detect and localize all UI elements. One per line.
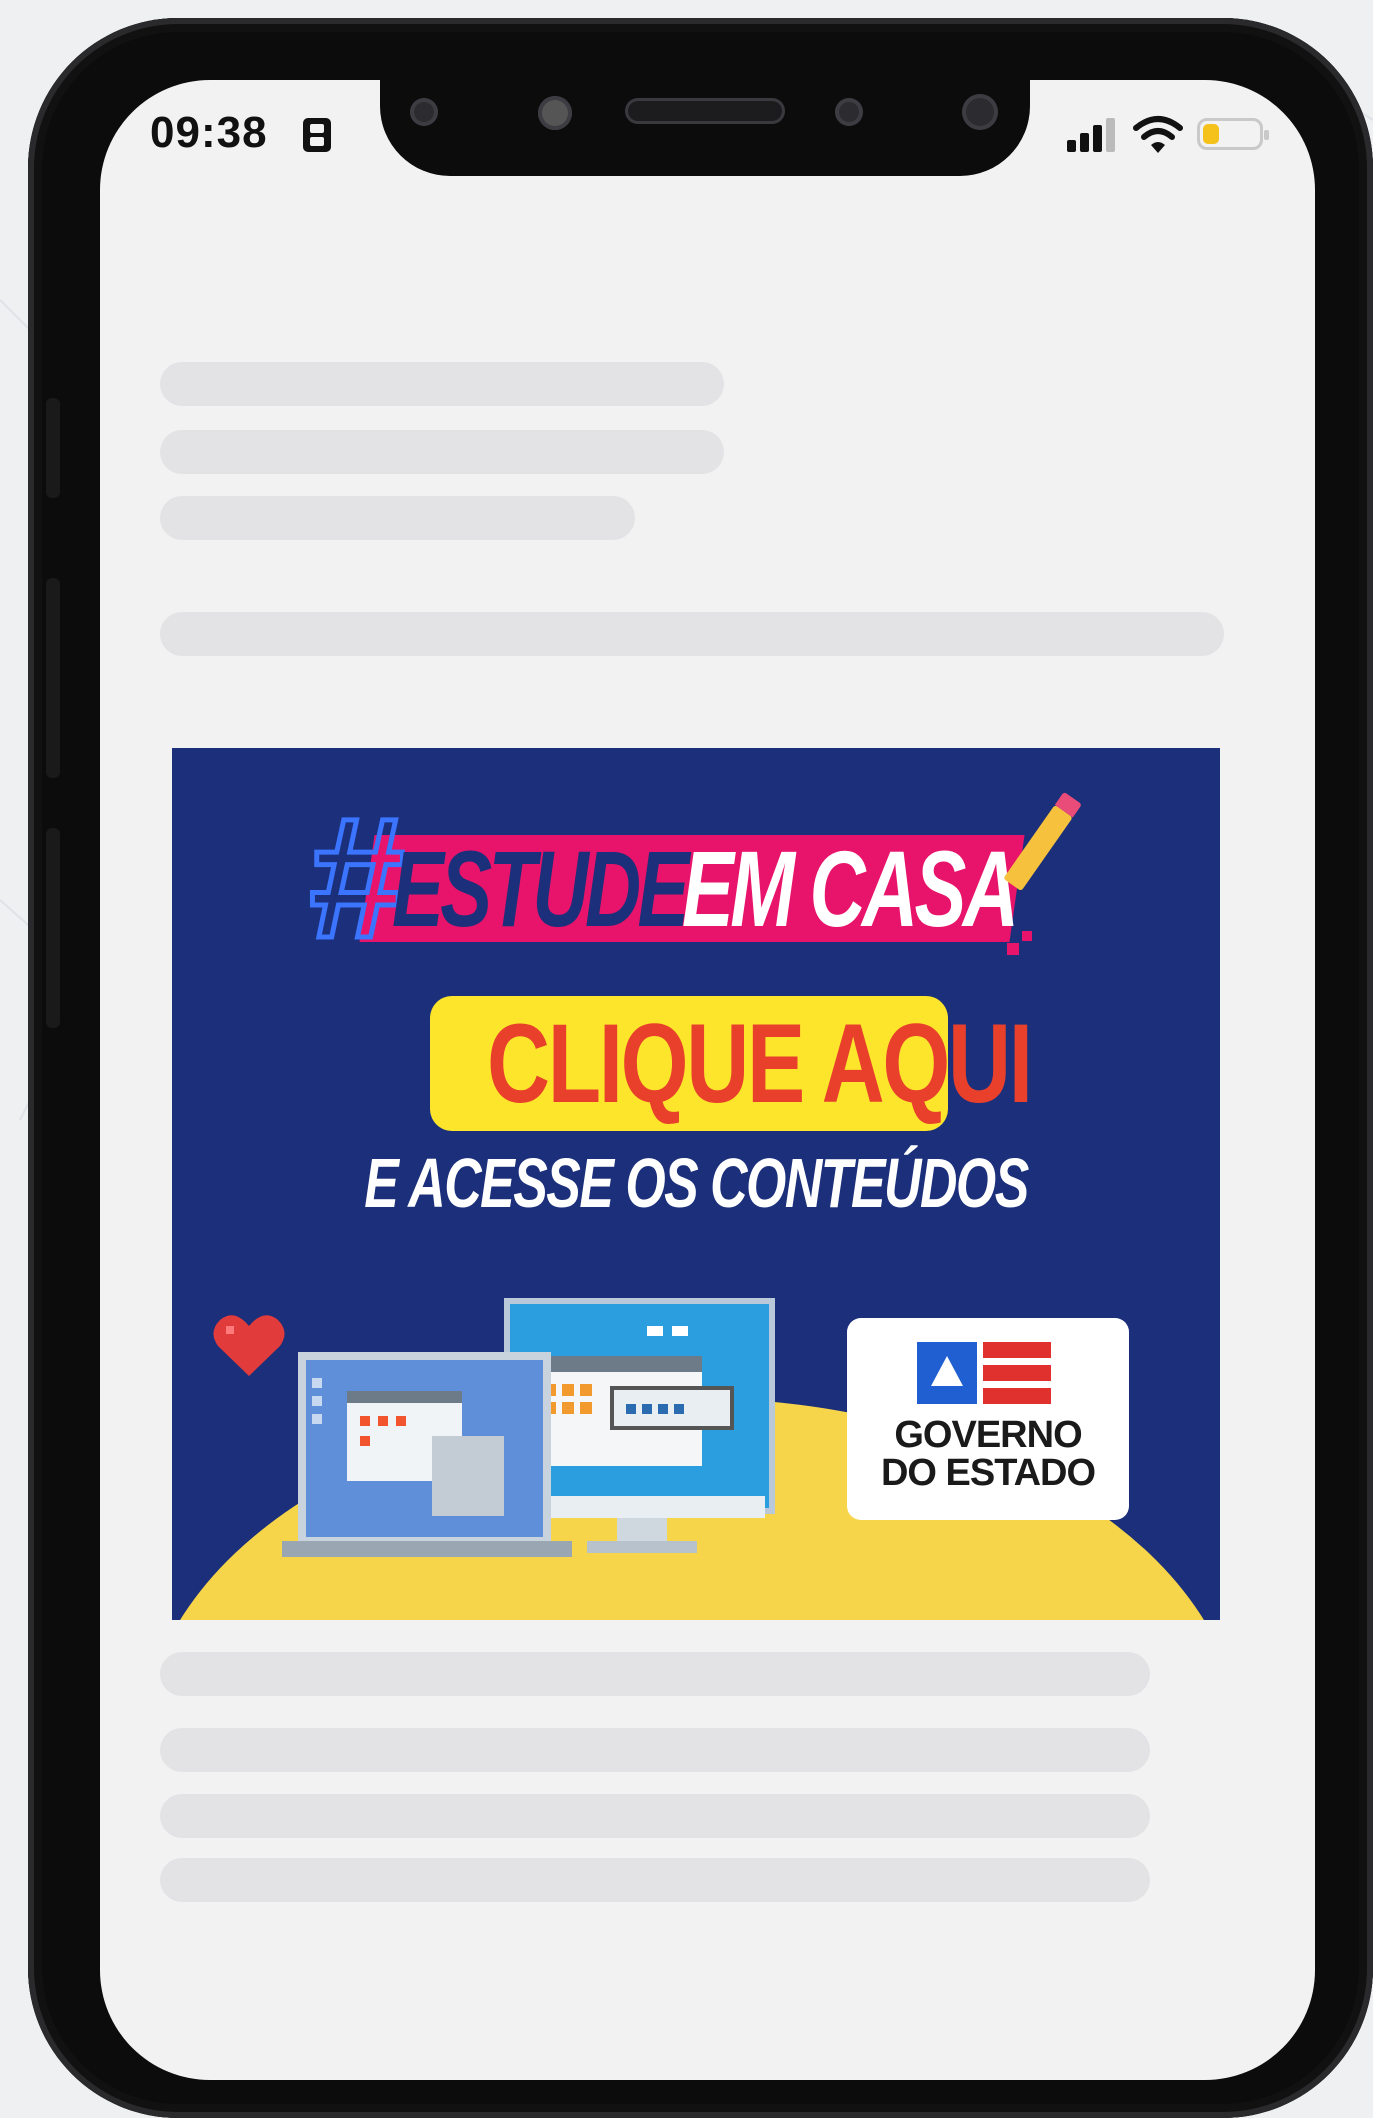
banner-subtitle: E ACESSE OS CONTEÚDOS bbox=[364, 1144, 1029, 1222]
phone-volume-up-button bbox=[46, 578, 60, 778]
hashtag-title: # ESTUDE EM CASA bbox=[305, 782, 1107, 974]
skeleton-line bbox=[160, 1652, 1150, 1696]
sim-card-icon bbox=[303, 118, 331, 152]
skeleton-line bbox=[160, 1728, 1150, 1772]
proximity-sensor-icon bbox=[835, 98, 863, 126]
heart-icon bbox=[213, 1315, 285, 1376]
phone-notch bbox=[380, 64, 1030, 176]
signal-bars-icon bbox=[1067, 118, 1119, 152]
clique-aqui-label: CLIQUE AQUI bbox=[486, 1001, 1033, 1126]
bahia-flag-icon bbox=[917, 1342, 1051, 1404]
clique-aqui-button[interactable]: CLIQUE AQUI bbox=[430, 996, 1033, 1131]
wifi-icon bbox=[1133, 116, 1183, 153]
front-camera-icon bbox=[410, 98, 438, 126]
governo-do-estado-logo: GOVERNO DO ESTADO bbox=[847, 1318, 1129, 1520]
phone-volume-down-button bbox=[46, 828, 60, 1028]
skeleton-line bbox=[160, 362, 724, 406]
logo-line-governo: GOVERNO bbox=[894, 1414, 1082, 1456]
sensor-icon bbox=[538, 96, 572, 130]
laptop-icon bbox=[282, 1352, 572, 1557]
skeleton-line bbox=[160, 1794, 1150, 1838]
face-id-sensor-icon bbox=[962, 94, 998, 130]
battery-low-icon bbox=[1197, 118, 1269, 150]
skeleton-line bbox=[160, 612, 1224, 656]
phone-side-button bbox=[46, 398, 60, 498]
pixel-decoration bbox=[1007, 943, 1019, 955]
pixel-decoration bbox=[1022, 931, 1032, 941]
logo-line-do-estado: DO ESTADO bbox=[880, 1452, 1096, 1494]
battery-level-fill bbox=[1203, 124, 1219, 144]
computer-illustration bbox=[282, 1298, 775, 1557]
skeleton-line bbox=[160, 430, 724, 474]
estude-em-casa-banner[interactable]: # ESTUDE EM CASA CLIQUE AQUI E ACESSE OS… bbox=[172, 748, 1220, 1620]
status-time: 09:38 bbox=[150, 108, 268, 157]
hashtag-symbol: # bbox=[305, 782, 406, 974]
earpiece-speaker bbox=[625, 98, 785, 124]
hashtag-word-estude: ESTUDE bbox=[392, 828, 689, 949]
hashtag-word-em-casa: EM CASA bbox=[682, 828, 1019, 949]
skeleton-line bbox=[160, 1858, 1150, 1902]
skeleton-line bbox=[160, 496, 635, 540]
